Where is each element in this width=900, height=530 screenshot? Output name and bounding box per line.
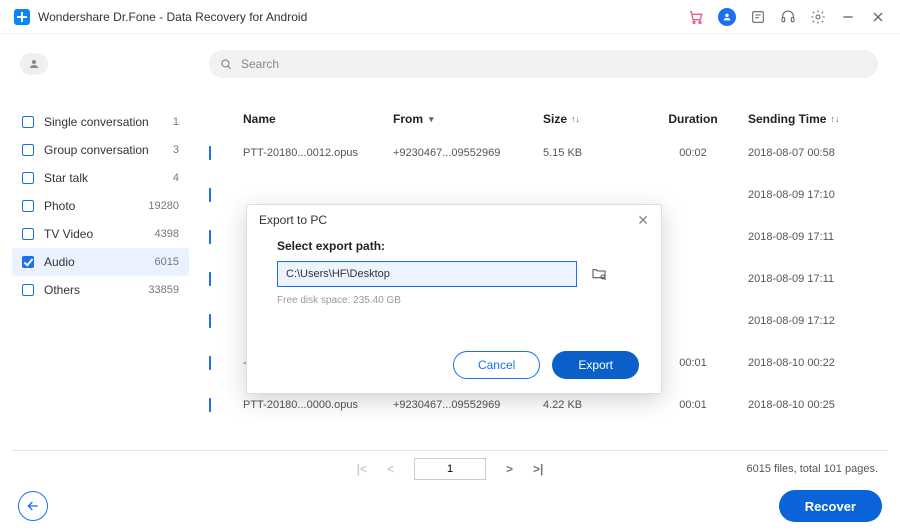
user-pill-icon[interactable] — [20, 53, 48, 75]
category-label: Photo — [44, 199, 148, 213]
checkbox[interactable] — [22, 284, 34, 296]
sidebar: Single conversation1Group conversation3S… — [12, 42, 189, 486]
first-page-icon[interactable]: |< — [357, 462, 367, 476]
user-avatar-icon[interactable] — [718, 8, 736, 26]
checkbox[interactable] — [22, 228, 34, 240]
category-label: TV Video — [44, 227, 155, 241]
pager-total: 6015 files, total 101 pages. — [747, 463, 878, 475]
app-title: Wondershare Dr.Fone - Data Recovery for … — [38, 10, 307, 24]
cell-size: 5.15 KB — [543, 147, 638, 159]
chevron-down-icon: ▾ — [429, 114, 434, 125]
category-label: Group conversation — [44, 143, 173, 157]
row-checkbox[interactable] — [209, 356, 211, 370]
cell-from: +9230467...09552969 — [393, 399, 543, 411]
export-path-label: Select export path: — [277, 239, 631, 253]
col-from[interactable]: From▾ — [393, 112, 543, 126]
category-count: 6015 — [155, 256, 179, 268]
table-header: Name From▾ Size↑↓ Duration Sending Time↑… — [209, 106, 888, 132]
cell-time: 2018-08-09 17:10 — [748, 189, 888, 201]
sidebar-item-single-conversation[interactable]: Single conversation1 — [12, 108, 189, 136]
col-duration[interactable]: Duration — [638, 112, 748, 126]
modal-close-icon[interactable]: ✕ — [637, 212, 649, 229]
row-checkbox[interactable] — [209, 146, 211, 160]
minimize-icon[interactable] — [840, 9, 856, 25]
col-name[interactable]: Name — [243, 112, 393, 126]
cell-duration: 00:02 — [638, 147, 748, 159]
cell-time: 2018-08-10 00:25 — [748, 399, 888, 411]
category-count: 4 — [173, 172, 179, 184]
col-size[interactable]: Size↑↓ — [543, 112, 638, 126]
category-count: 1 — [173, 116, 179, 128]
row-checkbox[interactable] — [209, 272, 211, 286]
category-count: 3 — [173, 144, 179, 156]
cell-time: 2018-08-09 17:12 — [748, 315, 888, 327]
col-sending-time[interactable]: Sending Time↑↓ — [748, 112, 888, 126]
checkbox[interactable] — [22, 144, 34, 156]
pager: |< < > >| 6015 files, total 101 pages. — [12, 450, 888, 486]
cell-name: PTT-20180...0012.opus — [243, 147, 393, 159]
cell-time: 2018-08-07 00:58 — [748, 147, 888, 159]
row-checkbox[interactable] — [209, 230, 211, 244]
support-icon[interactable] — [780, 9, 796, 25]
browse-folder-icon[interactable] — [589, 263, 609, 283]
sidebar-item-photo[interactable]: Photo19280 — [12, 192, 189, 220]
titlebar: Wondershare Dr.Fone - Data Recovery for … — [0, 0, 900, 34]
sidebar-item-group-conversation[interactable]: Group conversation3 — [12, 136, 189, 164]
close-icon[interactable] — [870, 9, 886, 25]
category-count: 19280 — [148, 200, 179, 212]
category-label: Star talk — [44, 171, 173, 185]
category-label: Others — [44, 283, 148, 297]
category-count: 33859 — [148, 284, 179, 296]
category-count: 4398 — [155, 228, 179, 240]
row-checkbox[interactable] — [209, 398, 211, 412]
table-row[interactable]: PTT-20180...0012.opus+9230467...09552969… — [209, 132, 888, 174]
checkbox[interactable] — [22, 256, 34, 268]
recover-button[interactable]: Recover — [779, 490, 882, 522]
feedback-icon[interactable] — [750, 9, 766, 25]
cell-size: 4.22 KB — [543, 399, 638, 411]
content-area: Single conversation1Group conversation3S… — [0, 34, 900, 486]
last-page-icon[interactable]: >| — [533, 462, 543, 476]
cell-duration: 00:01 — [638, 399, 748, 411]
row-checkbox[interactable] — [209, 314, 211, 328]
back-button[interactable] — [18, 491, 48, 521]
sidebar-item-star-talk[interactable]: Star talk4 — [12, 164, 189, 192]
search-icon — [219, 57, 233, 71]
search-placeholder: Search — [241, 57, 279, 71]
sidebar-item-tv-video[interactable]: TV Video4398 — [12, 220, 189, 248]
app-logo-icon — [14, 9, 30, 25]
row-checkbox[interactable] — [209, 188, 211, 202]
prev-page-icon[interactable]: < — [387, 462, 394, 476]
cell-name: PTT-20180...0000.opus — [243, 399, 393, 411]
modal-title: Export to PC — [259, 213, 327, 227]
sidebar-item-others[interactable]: Others33859 — [12, 276, 189, 304]
cell-time: 2018-08-10 00:22 — [748, 357, 888, 369]
checkbox[interactable] — [22, 116, 34, 128]
cell-time: 2018-08-09 17:11 — [748, 231, 888, 243]
settings-icon[interactable] — [810, 9, 826, 25]
category-label: Audio — [44, 255, 155, 269]
cart-icon[interactable] — [688, 9, 704, 25]
sort-icon: ↑↓ — [830, 114, 839, 124]
sidebar-item-audio[interactable]: Audio6015 — [12, 248, 189, 276]
export-modal: Export to PC ✕ Select export path: Free … — [246, 204, 662, 394]
category-list: Single conversation1Group conversation3S… — [12, 108, 189, 304]
cell-time: 2018-08-09 17:11 — [748, 273, 888, 285]
sort-icon: ↑↓ — [571, 114, 580, 124]
free-space-text: Free disk space: 235.40 GB — [277, 295, 631, 306]
category-label: Single conversation — [44, 115, 173, 129]
page-input[interactable] — [414, 458, 486, 480]
search-input[interactable]: Search — [209, 50, 878, 78]
export-button[interactable]: Export — [552, 351, 639, 379]
checkbox[interactable] — [22, 172, 34, 184]
export-path-input[interactable] — [277, 261, 577, 287]
next-page-icon[interactable]: > — [506, 462, 513, 476]
cancel-button[interactable]: Cancel — [453, 351, 540, 379]
checkbox[interactable] — [22, 200, 34, 212]
cell-from: +9230467...09552969 — [393, 147, 543, 159]
